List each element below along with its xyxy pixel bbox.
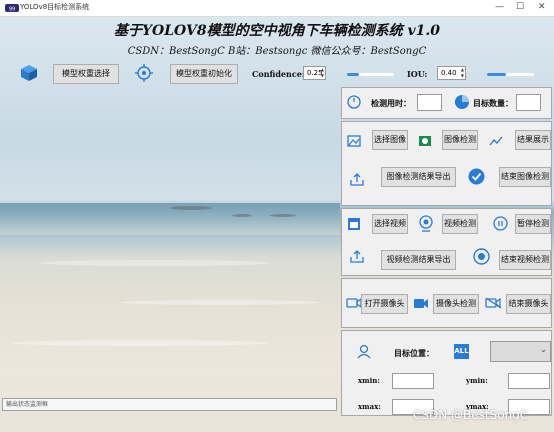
target-position-label: 目标位置： [394, 348, 434, 358]
iou-spinbox[interactable]: 0.40 ▲ ▼ [437, 66, 466, 80]
count-field [516, 94, 541, 111]
stop-icon [473, 248, 490, 265]
time-field [417, 94, 442, 111]
user-icon [357, 344, 371, 359]
app-window: 99 YOLOv8目标检测系统 — ☐ ✕ 基于YOLOV8模型的空中视角下车辆… [0, 0, 554, 432]
close-camera-button[interactable]: 结束摄像头 [506, 294, 551, 314]
pie-chart-icon [455, 95, 469, 109]
sand-ripple [40, 260, 270, 266]
export-video-button[interactable]: 视频检测结果导出 [381, 250, 456, 270]
status-output[interactable]: 输出状态监测框 [2, 398, 337, 411]
maximize-icon[interactable]: ☐ [516, 2, 524, 12]
window-title: YOLOv8目标检测系统 [20, 3, 90, 11]
page-subtitle: CSDN：BestSongC B站：Bestsongc 微信公众号：BestSo… [127, 46, 427, 57]
page-title: 基于YOLOV8模型的空中视角下车辆检测系统 v1.0 [114, 23, 440, 39]
timer-icon [347, 95, 361, 109]
image-icon [347, 135, 361, 147]
watermark-text: CSDN @BestSongC [413, 408, 529, 422]
camera-icon [346, 297, 362, 309]
camera-panel: 打开摄像头 摄像头检测 结束摄像头 [341, 278, 552, 328]
upload-icon [350, 250, 364, 263]
end-image-button[interactable]: 结束图像检测 [499, 167, 551, 187]
upload-icon [350, 173, 364, 186]
select-image-button[interactable]: 选择图像 [372, 130, 408, 150]
pause-icon [493, 216, 508, 231]
app-logo-icon: 99 [5, 4, 19, 13]
rock [170, 206, 212, 210]
ymin-label: ymin: [466, 376, 488, 385]
title-bar: 99 YOLOv8目标检测系统 — ☐ ✕ [0, 0, 554, 17]
check-circle-icon [468, 168, 485, 185]
minimize-icon[interactable]: — [495, 2, 504, 12]
model-init-button[interactable]: 模型权重初始化 [170, 64, 238, 84]
spin-arrows-icon[interactable]: ▲ ▼ [321, 67, 324, 79]
sand-ripple [120, 300, 320, 305]
chevron-down-icon[interactable]: ⌄ [540, 345, 547, 354]
video-file-icon [348, 218, 360, 230]
model-select-button[interactable]: 模型权重选择 [53, 64, 119, 84]
camera-detect-button[interactable]: 摄像头检测 [433, 294, 479, 314]
target-select[interactable]: ⌄ [490, 341, 551, 362]
xmin-label: xmin: [358, 376, 380, 385]
confidence-label: Confidence: [252, 69, 305, 79]
confidence-slider-fill[interactable] [347, 73, 359, 76]
detect-image-button[interactable]: 图像检测 [442, 130, 478, 150]
target-panel: 目标位置： ALL ⌄ xmin: ymin: xmax: ymax: [341, 330, 552, 416]
cube-icon[interactable] [20, 64, 38, 82]
confidence-spinbox[interactable]: 0.25 ▲ ▼ [303, 66, 326, 80]
video-panel: 选择视频 视频检测 暂停检测 视频检测结果导出 结束视频检测 [341, 208, 552, 276]
webcam-icon [419, 215, 433, 232]
iou-slider-fill[interactable] [487, 73, 506, 76]
camera-off-icon [485, 297, 502, 309]
pause-detect-button[interactable]: 暂停检测 [515, 214, 551, 234]
rock [232, 214, 252, 217]
image-panel: 选择图像 图像检测 结果展示 图像检测结果导出 结束图像检测 [341, 121, 552, 206]
show-result-button[interactable]: 结果展示 [515, 130, 551, 150]
time-label: 检测用时： [371, 98, 411, 108]
line-chart-icon [489, 136, 503, 146]
sand-ripple [10, 340, 270, 346]
video-camera-icon [414, 299, 428, 308]
ymin-field [508, 373, 550, 389]
xmin-field [392, 373, 434, 389]
select-video-button[interactable]: 选择视频 [372, 214, 408, 234]
count-label: 目标数量： [473, 98, 513, 108]
close-icon[interactable]: ✕ [538, 2, 546, 12]
rock [270, 214, 296, 217]
svg-text:99: 99 [9, 7, 15, 13]
stats-panel: 检测用时： 目标数量： [341, 87, 552, 119]
detect-video-button[interactable]: 视频检测 [442, 214, 478, 234]
open-camera-button[interactable]: 打开摄像头 [361, 294, 408, 314]
crosshair-icon[interactable] [135, 64, 153, 82]
end-video-button[interactable]: 结束视频检测 [499, 250, 551, 270]
iou-value: 0.40 [441, 69, 457, 77]
xmax-label: xmax: [358, 402, 381, 411]
iou-label: IOU: [407, 69, 428, 79]
all-badge-icon: ALL [454, 344, 469, 359]
export-image-button[interactable]: 图像检测结果导出 [381, 167, 456, 187]
spin-arrows-icon[interactable]: ▲ ▼ [461, 67, 464, 79]
image-detect-icon [419, 136, 431, 146]
